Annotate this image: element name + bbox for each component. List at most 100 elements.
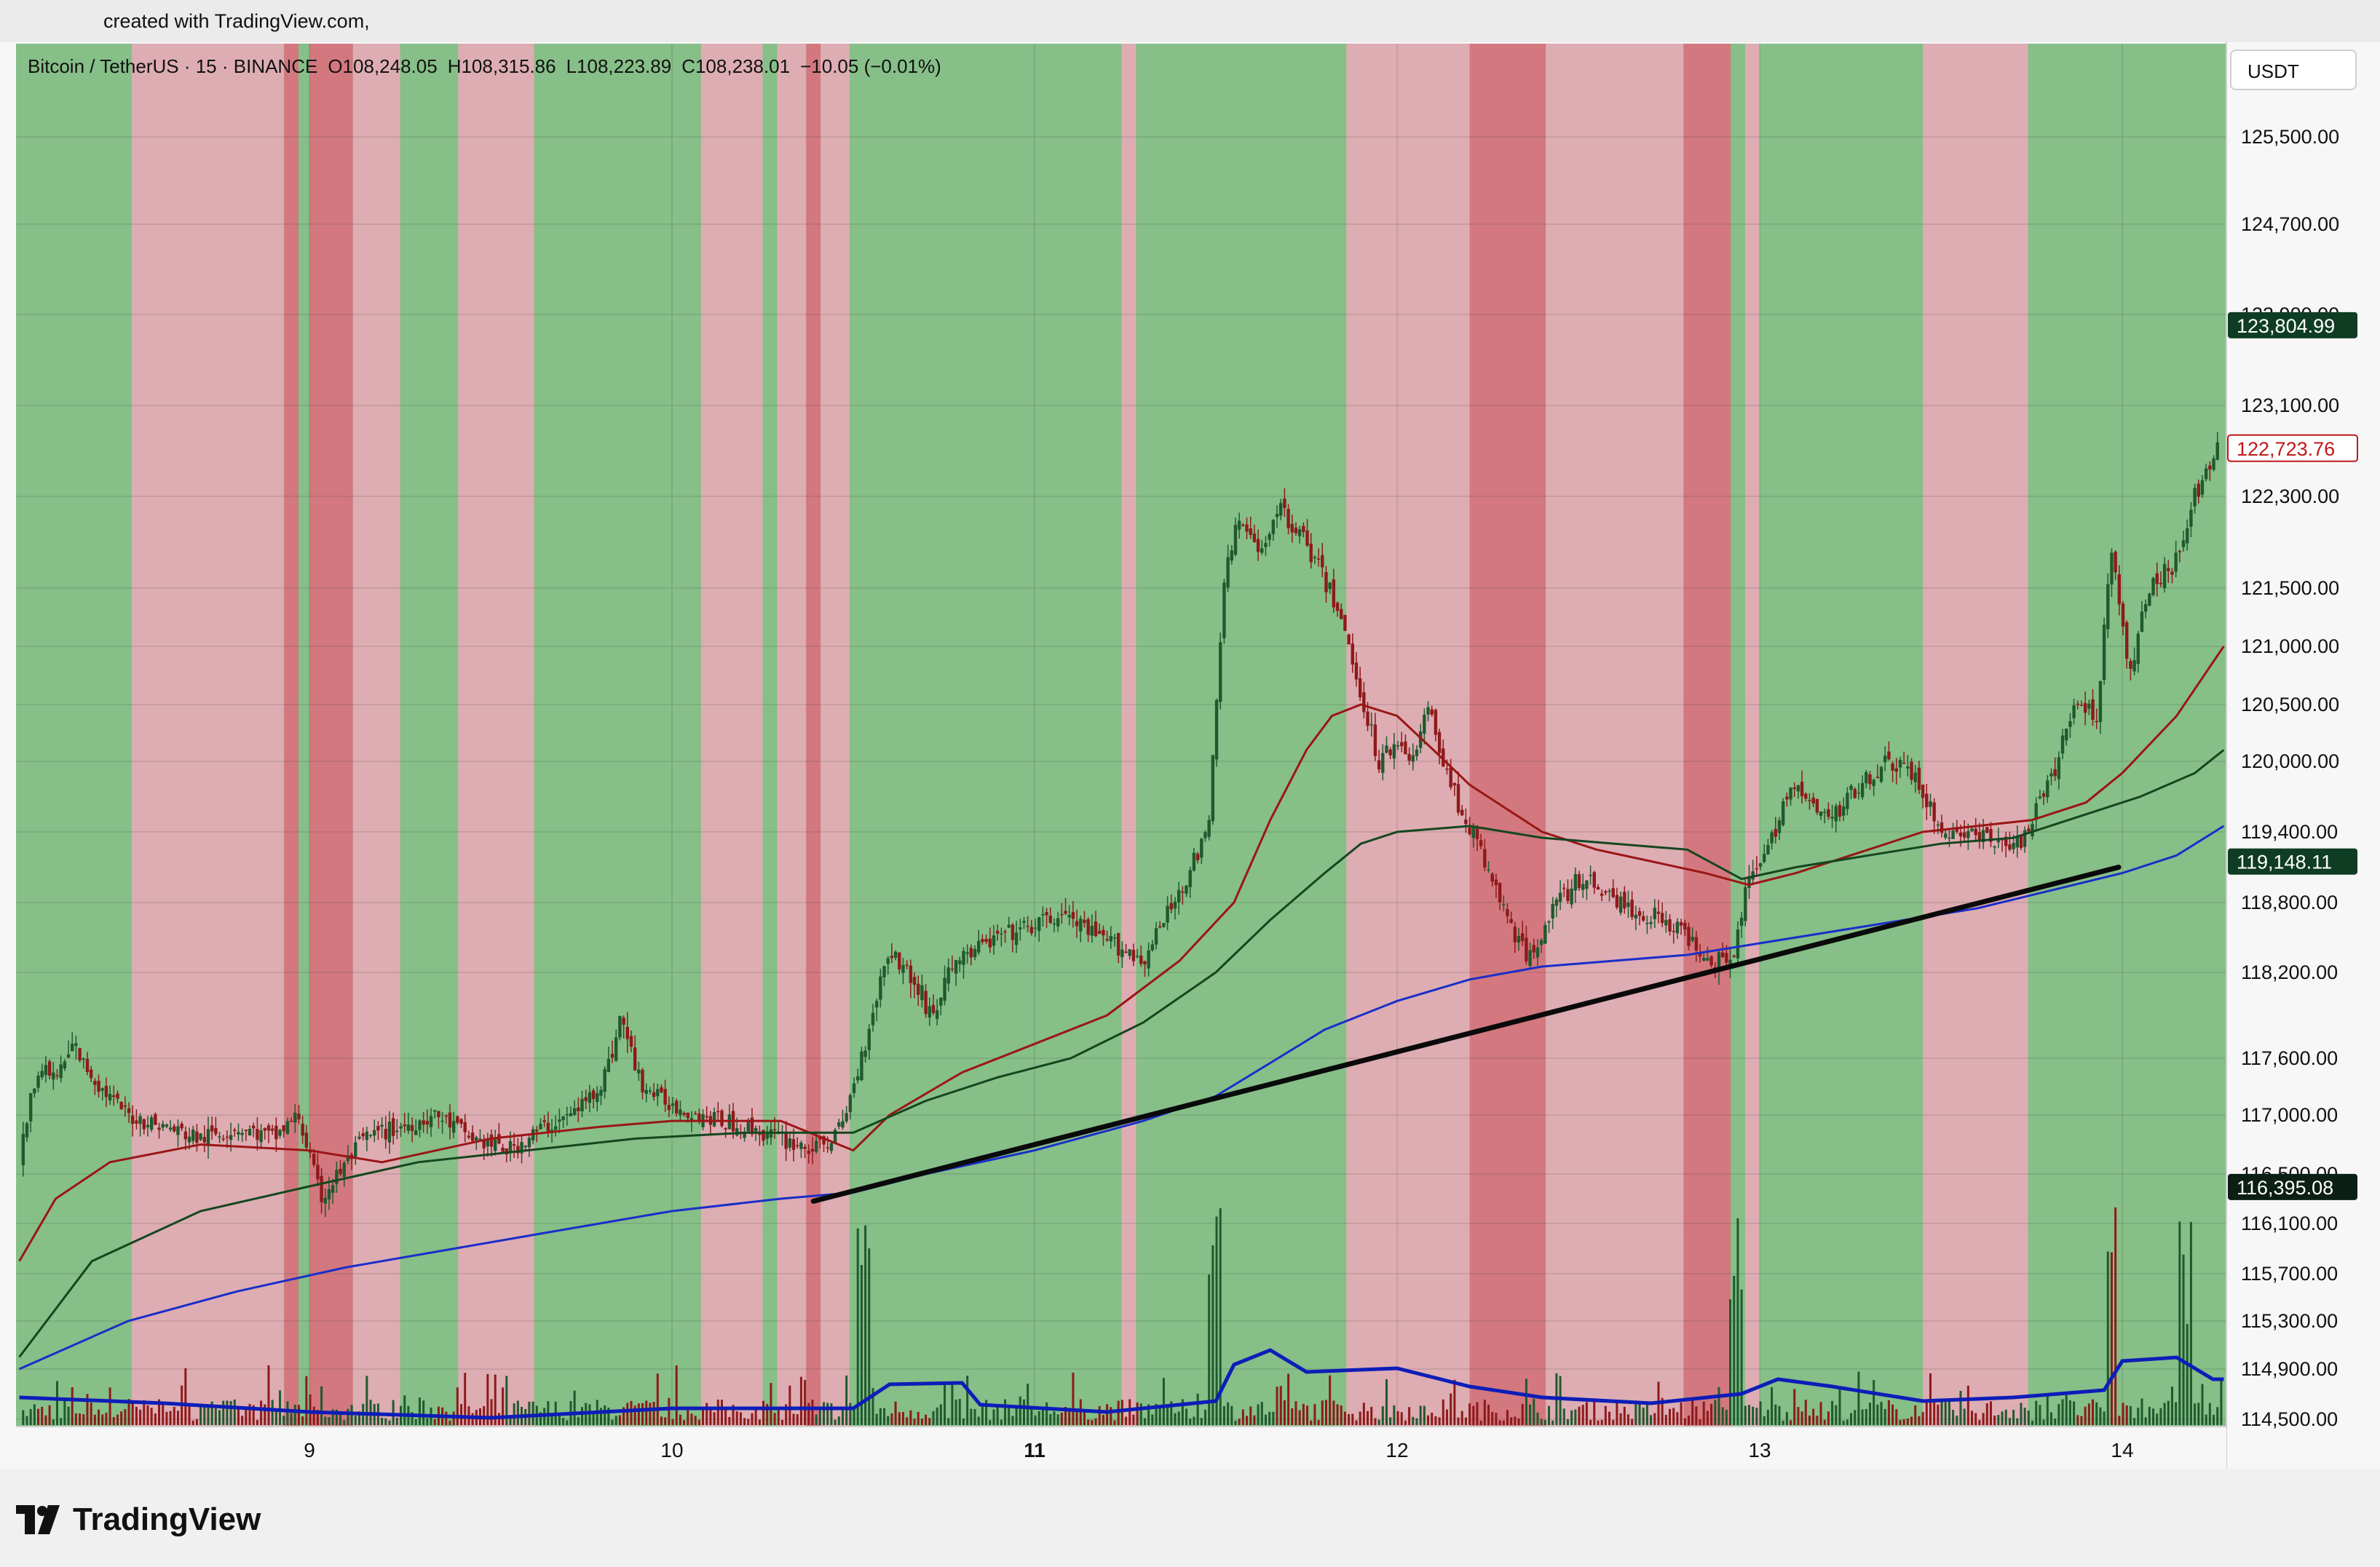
candle-up (1879, 766, 1883, 782)
volume-bar (320, 1386, 323, 1425)
candle-up (1770, 832, 1774, 844)
volume-bar (1876, 1404, 1879, 1425)
candle-up (365, 1131, 369, 1140)
volume-bar (1687, 1415, 1690, 1425)
currency-selector[interactable]: USDT (2230, 49, 2357, 90)
volume-bar (2175, 1402, 2178, 1425)
candle-down (2041, 793, 2046, 797)
volume-bar (751, 1413, 754, 1425)
candle-down (1105, 939, 1109, 940)
candle-up (565, 1114, 569, 1116)
volume-bar (939, 1404, 942, 1425)
candle-up (33, 1088, 36, 1094)
volume-bar (2106, 1251, 2109, 1425)
candle-up (1411, 755, 1415, 762)
volume-bar (150, 1408, 153, 1425)
volume-bar (1313, 1404, 1316, 1425)
time-tick-label: 12 (1385, 1439, 1408, 1461)
candle-down (1679, 922, 1683, 926)
candle-down (1437, 731, 1442, 753)
volume-bar (1011, 1416, 1014, 1425)
volume-bar (925, 1414, 928, 1425)
candle-up (746, 1121, 750, 1132)
volume-bar (1056, 1414, 1059, 1425)
volume-bar (1966, 1385, 1969, 1425)
candle-up (1022, 921, 1026, 923)
volume-bar (1298, 1410, 1301, 1425)
volume-bar (2140, 1398, 2143, 1425)
volume-bar (660, 1416, 663, 1425)
volume-bar (1276, 1387, 1278, 1425)
candle-up (418, 1120, 422, 1130)
volume-bar (2103, 1411, 2106, 1425)
time-axis-bg (0, 1428, 2226, 1469)
candle-down (1596, 886, 1600, 890)
candle-up (191, 1130, 195, 1141)
volume-bar (414, 1419, 417, 1425)
volume-bar (1091, 1420, 1094, 1425)
volume-bar (79, 1413, 82, 1425)
price-tick-label: 125,500.00 (2241, 126, 2339, 148)
volume-bar (2099, 1407, 2102, 1425)
candle-down (1430, 709, 1434, 715)
candle-down (289, 1121, 293, 1122)
volume-bar (856, 1228, 859, 1425)
zone-bear (777, 44, 807, 1427)
volume-bar (2220, 1379, 2223, 1425)
volume-bar (381, 1417, 384, 1425)
candle-down (1630, 900, 1634, 918)
price-label-text: 123,804.99 (2237, 315, 2335, 337)
candle-up (138, 1116, 142, 1124)
volume-bar (834, 1419, 837, 1425)
candle-up (248, 1129, 252, 1136)
candle-up (357, 1136, 361, 1139)
candle-up (943, 977, 946, 1001)
volume-bar (305, 1376, 308, 1425)
volume-bar (1672, 1408, 1675, 1425)
volume-bar (1324, 1400, 1327, 1425)
price-tick-label: 114,500.00 (2241, 1408, 2338, 1430)
candle-down (1894, 768, 1898, 772)
candle-up (259, 1130, 263, 1143)
volume-bar (2170, 1387, 2173, 1425)
volume-bar (2167, 1400, 2170, 1425)
volume-bar (1158, 1407, 1161, 1425)
volume-bar (1744, 1405, 1747, 1425)
candle-up (206, 1129, 210, 1146)
volume-bar (456, 1387, 459, 1425)
price-chart[interactable]: 125,500.00124,700.00123,900.00123,100.00… (0, 0, 2380, 1567)
volume-bar (716, 1400, 719, 1425)
volume-bar (1450, 1393, 1452, 1425)
volume-bar (1600, 1419, 1603, 1425)
candle-up (1517, 936, 1521, 943)
price-tick-label: 117,000.00 (2241, 1104, 2338, 1126)
volume-bar (1891, 1404, 1894, 1425)
candle-down (437, 1111, 440, 1117)
volume-bar (271, 1400, 274, 1425)
candle-up (1547, 921, 1551, 923)
volume-bar (135, 1406, 138, 1425)
price-tick-label: 115,700.00 (2241, 1263, 2338, 1285)
volume-bar (93, 1414, 96, 1425)
candle-up (1763, 854, 1766, 862)
candle-up (1188, 870, 1192, 887)
candle-up (958, 960, 962, 964)
volume-bar (630, 1400, 633, 1425)
candle-down (1064, 911, 1067, 914)
candle-up (1929, 801, 1932, 807)
candle-down (1332, 579, 1336, 608)
candle-down (448, 1112, 452, 1128)
volume-bar (1740, 1289, 1743, 1425)
volume-bar (1910, 1416, 1913, 1425)
volume-bar (1072, 1373, 1075, 1425)
volume-bar (1075, 1411, 1078, 1425)
candle-up (788, 1138, 792, 1148)
volume-bar (890, 1413, 893, 1425)
volume-bar (1476, 1402, 1479, 1425)
volume-bar (71, 1387, 74, 1425)
candle-down (2197, 483, 2200, 497)
volume-bar (1487, 1404, 1490, 1425)
candle-down (1094, 921, 1098, 937)
candle-up (1019, 927, 1022, 929)
candle-down (1305, 530, 1309, 546)
